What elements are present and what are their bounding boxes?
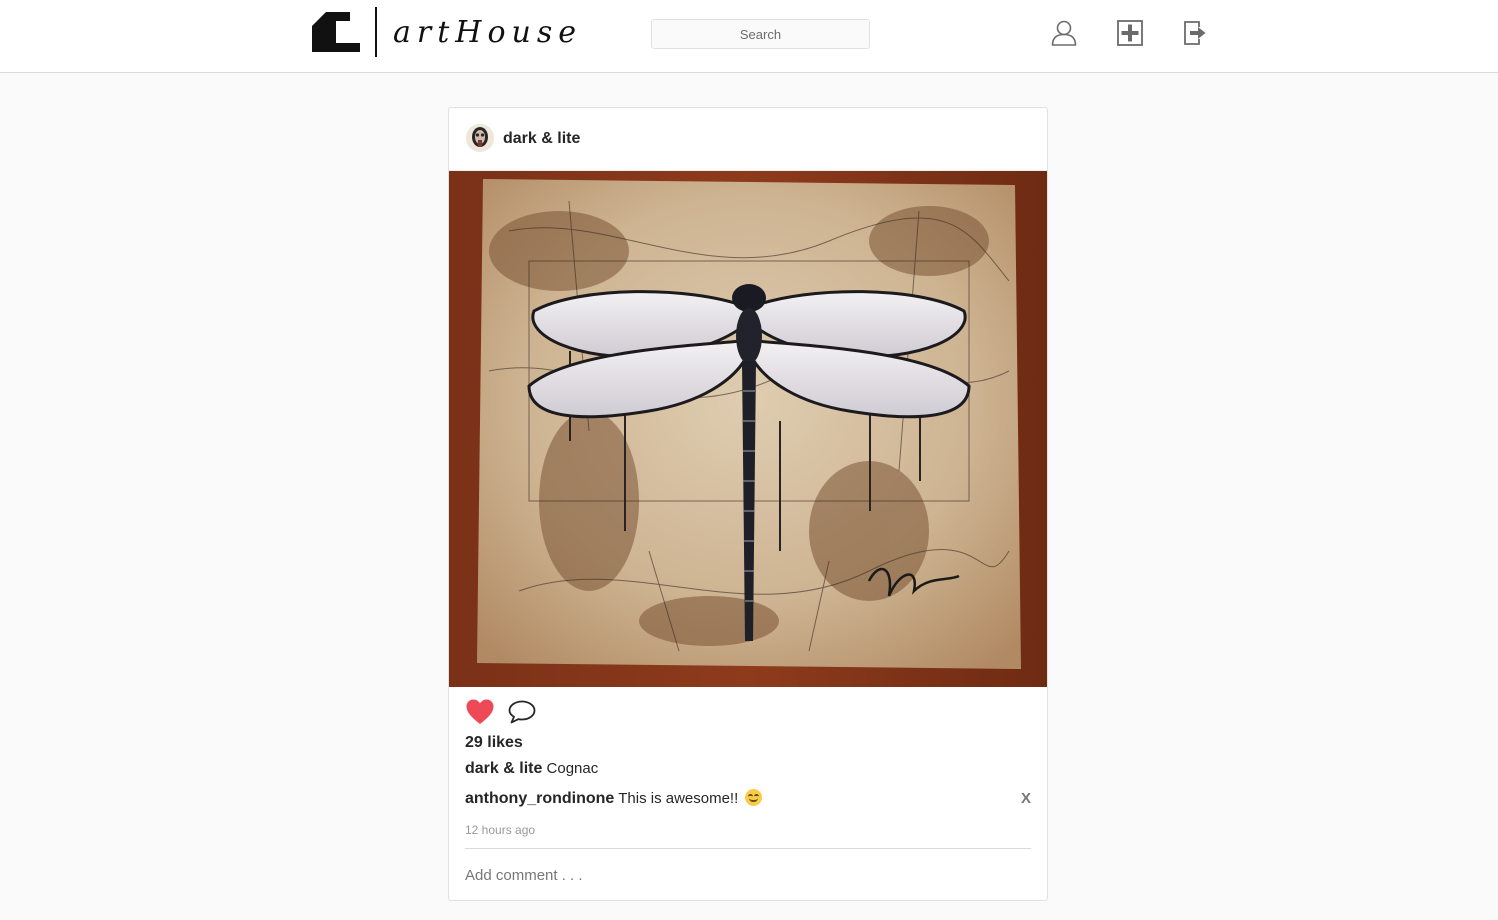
likes-count: 29 likes	[465, 734, 523, 751]
brand-name: artHouse	[393, 14, 582, 50]
caption-text: Cognac	[546, 760, 599, 777]
top-navigation-bar: artHouse	[0, 0, 1498, 73]
comment-divider	[465, 848, 1031, 849]
comment-username[interactable]: anthony_rondinone	[465, 790, 614, 807]
profile-icon[interactable]	[1049, 18, 1079, 48]
like-heart-icon[interactable]	[465, 697, 495, 727]
post-author-name[interactable]: dark & lite	[503, 130, 580, 148]
post-actions	[465, 697, 549, 727]
caption-username[interactable]: dark & lite	[465, 760, 542, 777]
post-card: dark & lite 29 likes dark & lite Cognac …	[448, 107, 1048, 901]
search-input[interactable]	[651, 19, 870, 49]
post-header: dark & lite	[449, 108, 1047, 171]
comment-text: This is awesome!!	[618, 790, 739, 807]
comment-item: anthony_rondinone This is awesome!! X	[465, 789, 1031, 808]
brand-logo[interactable]: artHouse	[312, 6, 582, 58]
post-timestamp: 12 hours ago	[465, 823, 536, 837]
smiling-face-emoji-icon	[745, 789, 763, 806]
post-artwork-image[interactable]	[449, 171, 1047, 687]
logo-divider	[375, 7, 377, 57]
logout-icon[interactable]	[1180, 18, 1210, 48]
delete-comment-button[interactable]: X	[1021, 790, 1031, 807]
logo-mark-icon	[312, 12, 360, 52]
new-post-icon[interactable]	[1115, 18, 1145, 48]
comment-bubble-icon[interactable]	[507, 697, 537, 727]
post-caption: dark & lite Cognac	[465, 760, 598, 778]
author-avatar[interactable]	[466, 124, 494, 152]
add-comment-input[interactable]	[465, 862, 1031, 888]
